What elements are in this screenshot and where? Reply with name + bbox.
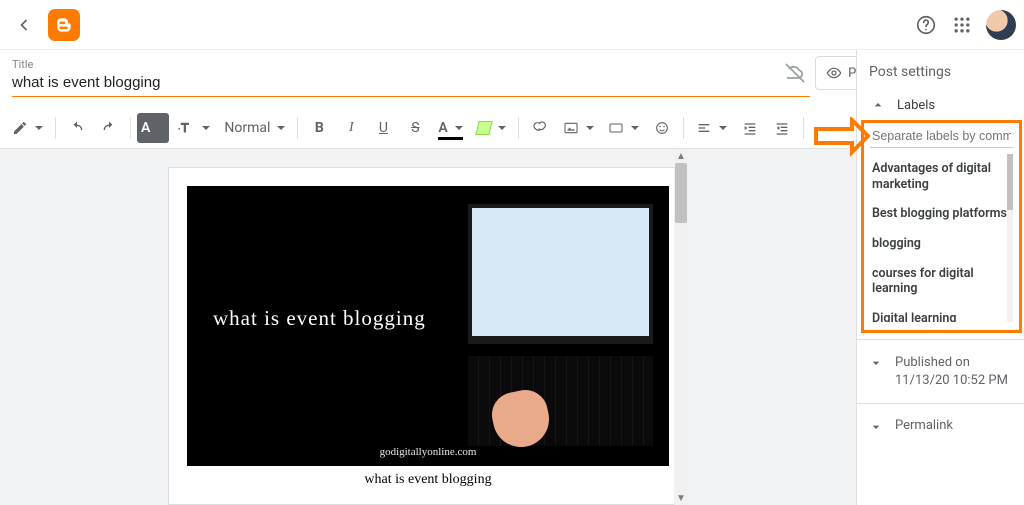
bold-button[interactable]: B [304, 113, 334, 143]
labels-section-toggle[interactable]: Labels [857, 88, 1024, 122]
back-button[interactable] [8, 9, 40, 41]
label-option[interactable]: blogging [870, 229, 1013, 259]
font-family-dropdown[interactable]: A [137, 113, 169, 143]
cloud-off-icon [781, 59, 809, 87]
topbar [0, 0, 1024, 50]
indent-increase-button[interactable] [735, 113, 765, 143]
labels-suggestion-list: Advantages of digital marketing Best blo… [870, 154, 1013, 322]
redo-button[interactable] [94, 113, 124, 143]
post-image[interactable]: what is event blogging godigitallyonline… [187, 186, 669, 466]
account-avatar[interactable] [986, 10, 1016, 40]
annotation-arrow-icon [814, 117, 870, 157]
label-option[interactable]: Best blogging platforms [870, 199, 1013, 229]
labels-scroll-thumb[interactable] [1007, 154, 1013, 210]
compose-mode-dropdown[interactable] [6, 113, 49, 143]
editor-canvas[interactable]: what is event blogging godigitallyonline… [0, 149, 856, 505]
scroll-up-arrow[interactable]: ▲ [674, 149, 688, 163]
undo-button[interactable] [62, 113, 92, 143]
chevron-up-icon [869, 96, 887, 114]
title-field-wrap: Title [0, 50, 856, 97]
image-caption[interactable]: what is event blogging [169, 470, 687, 494]
post-settings-sidebar: Post settings Labels Advantages of digit… [856, 50, 1024, 505]
editor-scrollbar[interactable]: ▲ ▼ [674, 149, 688, 505]
help-icon[interactable] [908, 7, 944, 43]
image-headline: what is event blogging [213, 306, 426, 331]
image-site-watermark: godigitallyonline.com [380, 446, 477, 458]
editor-toolbar: A Normal B I U S A [0, 107, 856, 149]
published-on-label: Published on [895, 355, 970, 370]
underline-button[interactable]: U [368, 113, 398, 143]
align-dropdown[interactable] [690, 113, 733, 143]
font-size-dropdown[interactable] [171, 113, 216, 143]
permalink-toggle[interactable]: Permalink [857, 410, 1024, 444]
insert-emoji-button[interactable] [647, 113, 677, 143]
insert-video-dropdown[interactable] [602, 113, 645, 143]
scroll-thumb[interactable] [675, 163, 687, 223]
insert-link-button[interactable] [525, 113, 555, 143]
indent-decrease-button[interactable] [767, 113, 797, 143]
paragraph-style-dropdown[interactable]: Normal [218, 113, 291, 143]
apps-icon[interactable] [944, 7, 980, 43]
chevron-down-icon [867, 418, 885, 436]
title-input[interactable] [12, 71, 810, 97]
label-option[interactable]: courses for digital learning [870, 259, 1013, 304]
photo-laptop-screen [468, 204, 653, 344]
strikethrough-button[interactable]: S [400, 113, 430, 143]
labels-scrollbar[interactable] [1007, 154, 1013, 322]
labels-input[interactable] [870, 125, 1013, 148]
italic-button[interactable]: I [336, 113, 366, 143]
editor-page[interactable]: what is event blogging godigitallyonline… [168, 167, 688, 505]
insert-image-dropdown[interactable] [557, 113, 600, 143]
font-family-label: A [141, 120, 150, 136]
label-option[interactable]: Advantages of digital marketing [870, 154, 1013, 199]
blogger-logo [48, 9, 80, 41]
labels-box: Advantages of digital marketing Best blo… [861, 120, 1022, 333]
permalink-label: Permalink [895, 418, 953, 433]
published-on-toggle[interactable]: Published on 11/13/20 10:52 PM [857, 346, 1024, 397]
paragraph-style-value: Normal [224, 120, 270, 136]
title-label: Title [12, 58, 844, 71]
sidebar-title: Post settings [857, 50, 1024, 88]
highlight-color-dropdown[interactable] [471, 113, 512, 143]
published-on-value: 11/13/20 10:52 PM [895, 373, 1008, 388]
labels-section-label: Labels [897, 98, 935, 113]
label-option[interactable]: Digital learning [870, 304, 1013, 322]
chevron-down-icon [867, 354, 885, 372]
scroll-down-arrow[interactable]: ▼ [674, 491, 688, 505]
text-color-dropdown[interactable]: A [432, 113, 468, 143]
text-color-label: A [438, 120, 447, 136]
highlight-icon [475, 121, 493, 135]
